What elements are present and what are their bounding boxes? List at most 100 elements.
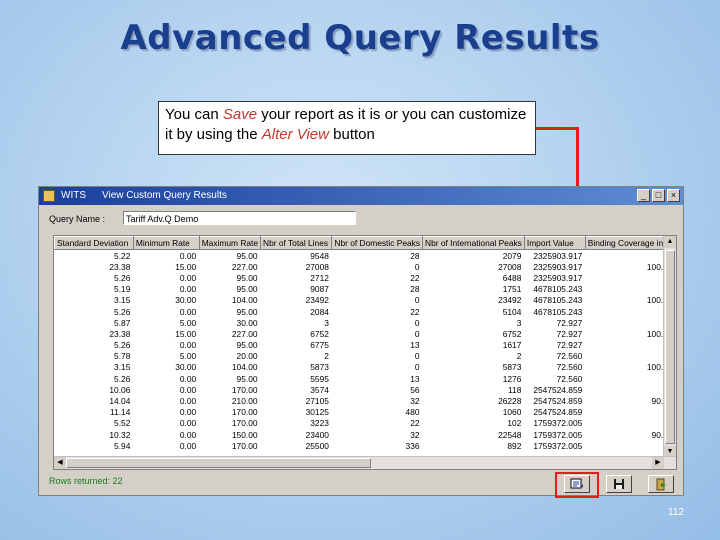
table-row[interactable]: 5.52 0.00 170.00 3223 22 102 1759372.005: [55, 418, 676, 429]
close-button[interactable]: ×: [667, 189, 680, 202]
table-cell: [585, 250, 675, 262]
vertical-scroll-thumb[interactable]: [665, 250, 675, 444]
table-cell: 5.00: [179, 317, 197, 328]
table-row[interactable]: 3.15 30.00 104.00 23492 0 23492 4678105.243 100…: [55, 295, 676, 306]
column-header[interactable]: Nbr of International Peaks: [422, 236, 525, 250]
table-cell: 10.06: [109, 384, 131, 395]
callout-text-3: button: [329, 126, 375, 143]
scroll-left-arrow-icon[interactable]: ◀: [54, 457, 66, 469]
table-cell: 95.00: [236, 284, 258, 295]
table-cell: 2547524.859: [533, 396, 583, 407]
table-row[interactable]: 3.15 30.00 104.00 5873 0 5873 72.560 100.00: [55, 362, 676, 373]
table-row[interactable]: 5.94 0.00 170.00 25500 336 892 1759372.005: [55, 440, 676, 451]
table-row[interactable]: 5.26 0.00 95.00 2084 22 5104 4678105.243: [55, 306, 676, 317]
table-cell: [585, 317, 675, 328]
table-cell: 0.00: [179, 306, 197, 317]
table-cell: [585, 418, 675, 429]
table-cell: 210.00: [231, 396, 258, 407]
table-cell: 22548: [498, 429, 522, 440]
table-cell: 30.00: [175, 362, 197, 373]
table-cell: 22: [410, 418, 420, 429]
table-cell: 72.560: [556, 362, 583, 373]
page-number: 112: [668, 507, 684, 518]
table-cell: 2712: [310, 272, 329, 283]
table-cell: 5.26: [114, 272, 131, 283]
table-cell: 0.00: [179, 250, 197, 261]
table-cell: 13: [410, 373, 420, 384]
table-cell: 170.00: [231, 407, 258, 418]
query-name-field[interactable]: Tariff Adv.Q Demo: [123, 211, 356, 225]
table-row[interactable]: 5.87 5.00 30.00 3 0 3 72.927: [55, 317, 676, 328]
table-cell: 2547524.859: [533, 407, 583, 418]
horizontal-scroll-thumb[interactable]: [66, 458, 371, 468]
column-header[interactable]: Maximum Rate: [198, 236, 262, 250]
table-cell: 27105: [305, 396, 329, 407]
table-row[interactable]: 5.26 0.00 95.00 2712 22 6488 2325903.917: [55, 272, 676, 283]
table-row[interactable]: 11.14 0.00 170.00 30125 480 1060 2547524.859: [55, 407, 676, 418]
column-header[interactable]: Standard Deviation: [54, 236, 134, 250]
table-row[interactable]: 10.06 0.00 170.00 3574 56 118 2547524.859: [55, 384, 676, 395]
table-cell: 0.00: [179, 440, 197, 451]
exit-door-icon: [656, 478, 666, 490]
table-cell: [585, 340, 675, 351]
exit-button[interactable]: [648, 475, 674, 493]
table-cell: 27008: [305, 261, 329, 272]
column-header[interactable]: Minimum Rate: [132, 236, 200, 250]
table-cell: 32: [410, 429, 420, 440]
column-header[interactable]: Nbr of Domestic Peaks: [331, 236, 424, 250]
table-cell: 90.39: [585, 395, 675, 406]
table-cell: 5.87: [114, 317, 131, 328]
table-cell: 3: [324, 317, 329, 328]
table-row[interactable]: 5.26 0.00 95.00 6775 13 1617 72.927: [55, 340, 676, 351]
save-button[interactable]: [606, 475, 632, 493]
table-row[interactable]: 5.19 0.00 95.00 9087 28 1751 4678105.243: [55, 284, 676, 295]
table-cell: 2: [516, 351, 522, 362]
window-titlebar[interactable]: WITS View Custom Query Results _ □ ×: [39, 187, 683, 205]
column-header[interactable]: Binding Coverage in %: [584, 236, 676, 250]
table-cell: 9548: [310, 250, 329, 261]
table-cell: 20.00: [236, 351, 258, 362]
column-header[interactable]: Nbr of Total Lines: [260, 236, 333, 250]
table-cell: [585, 373, 675, 384]
table-cell: 2547524.859: [533, 384, 583, 395]
table-cell: 28: [410, 250, 420, 261]
table-cell: 14.04: [109, 396, 131, 407]
maximize-button[interactable]: □: [652, 189, 665, 202]
table-row[interactable]: 23.38 15.00 227.00 27008 0 27008 2325903.917 10…: [55, 261, 676, 272]
table-cell: 3223: [310, 418, 329, 429]
table-cell: 5.19: [114, 284, 131, 295]
results-grid[interactable]: Standard Deviation Minimum Rate Maximum Ra…: [53, 235, 677, 470]
table-cell: 170.00: [231, 418, 258, 429]
table-row[interactable]: 5.26 0.00 95.00 5595 13 1276 72.560: [55, 373, 676, 384]
table-cell: 1060: [502, 407, 522, 418]
table-cell: 227.00: [231, 328, 258, 339]
horizontal-scrollbar[interactable]: ◀ ▶: [54, 456, 676, 469]
table-cell: 1617: [502, 340, 522, 351]
table-row[interactable]: 5.22 0.00 95.00 9548 28 2079 2325903.917: [55, 250, 676, 262]
table-cell: 5104: [502, 306, 522, 317]
table-row[interactable]: 10.32 0.00 150.00 23400 32 22548 1759372.00590…: [55, 429, 676, 440]
table-cell: 27008: [498, 261, 522, 272]
table-row[interactable]: 14.04 0.00 210.00 27105 32 26228 2547524.85990…: [55, 395, 676, 406]
table-cell: 25500: [305, 440, 329, 451]
scroll-up-arrow-icon[interactable]: ▲: [664, 236, 676, 248]
table-cell: 100.00: [646, 328, 673, 339]
minimize-button[interactable]: _: [637, 189, 650, 202]
column-header[interactable]: Import Value: [523, 236, 586, 250]
table-cell: 0.00: [179, 396, 197, 407]
table-row[interactable]: 23.38 15.00 227.00 6752 0 6752 72.927 100.00: [55, 328, 676, 339]
table-cell: 6488: [502, 272, 522, 283]
table-cell: 13: [410, 340, 420, 351]
table-cell: 1759372.005: [533, 440, 583, 451]
table-cell: 10.32: [109, 429, 131, 440]
table-cell: 0.00: [179, 429, 197, 440]
scroll-right-arrow-icon[interactable]: ▶: [652, 457, 664, 469]
vertical-scrollbar[interactable]: ▲ ▼: [663, 236, 676, 458]
callout-text-1: You can: [165, 106, 223, 123]
table-cell: 3.15: [114, 295, 131, 306]
table-cell: 3574: [310, 384, 329, 395]
save-icon: [614, 479, 624, 489]
table-row[interactable]: 5.78 5.00 20.00 2 0 2 72.560: [55, 351, 676, 362]
table-cell: 892: [507, 440, 522, 451]
table-cell: 5.52: [114, 418, 131, 429]
